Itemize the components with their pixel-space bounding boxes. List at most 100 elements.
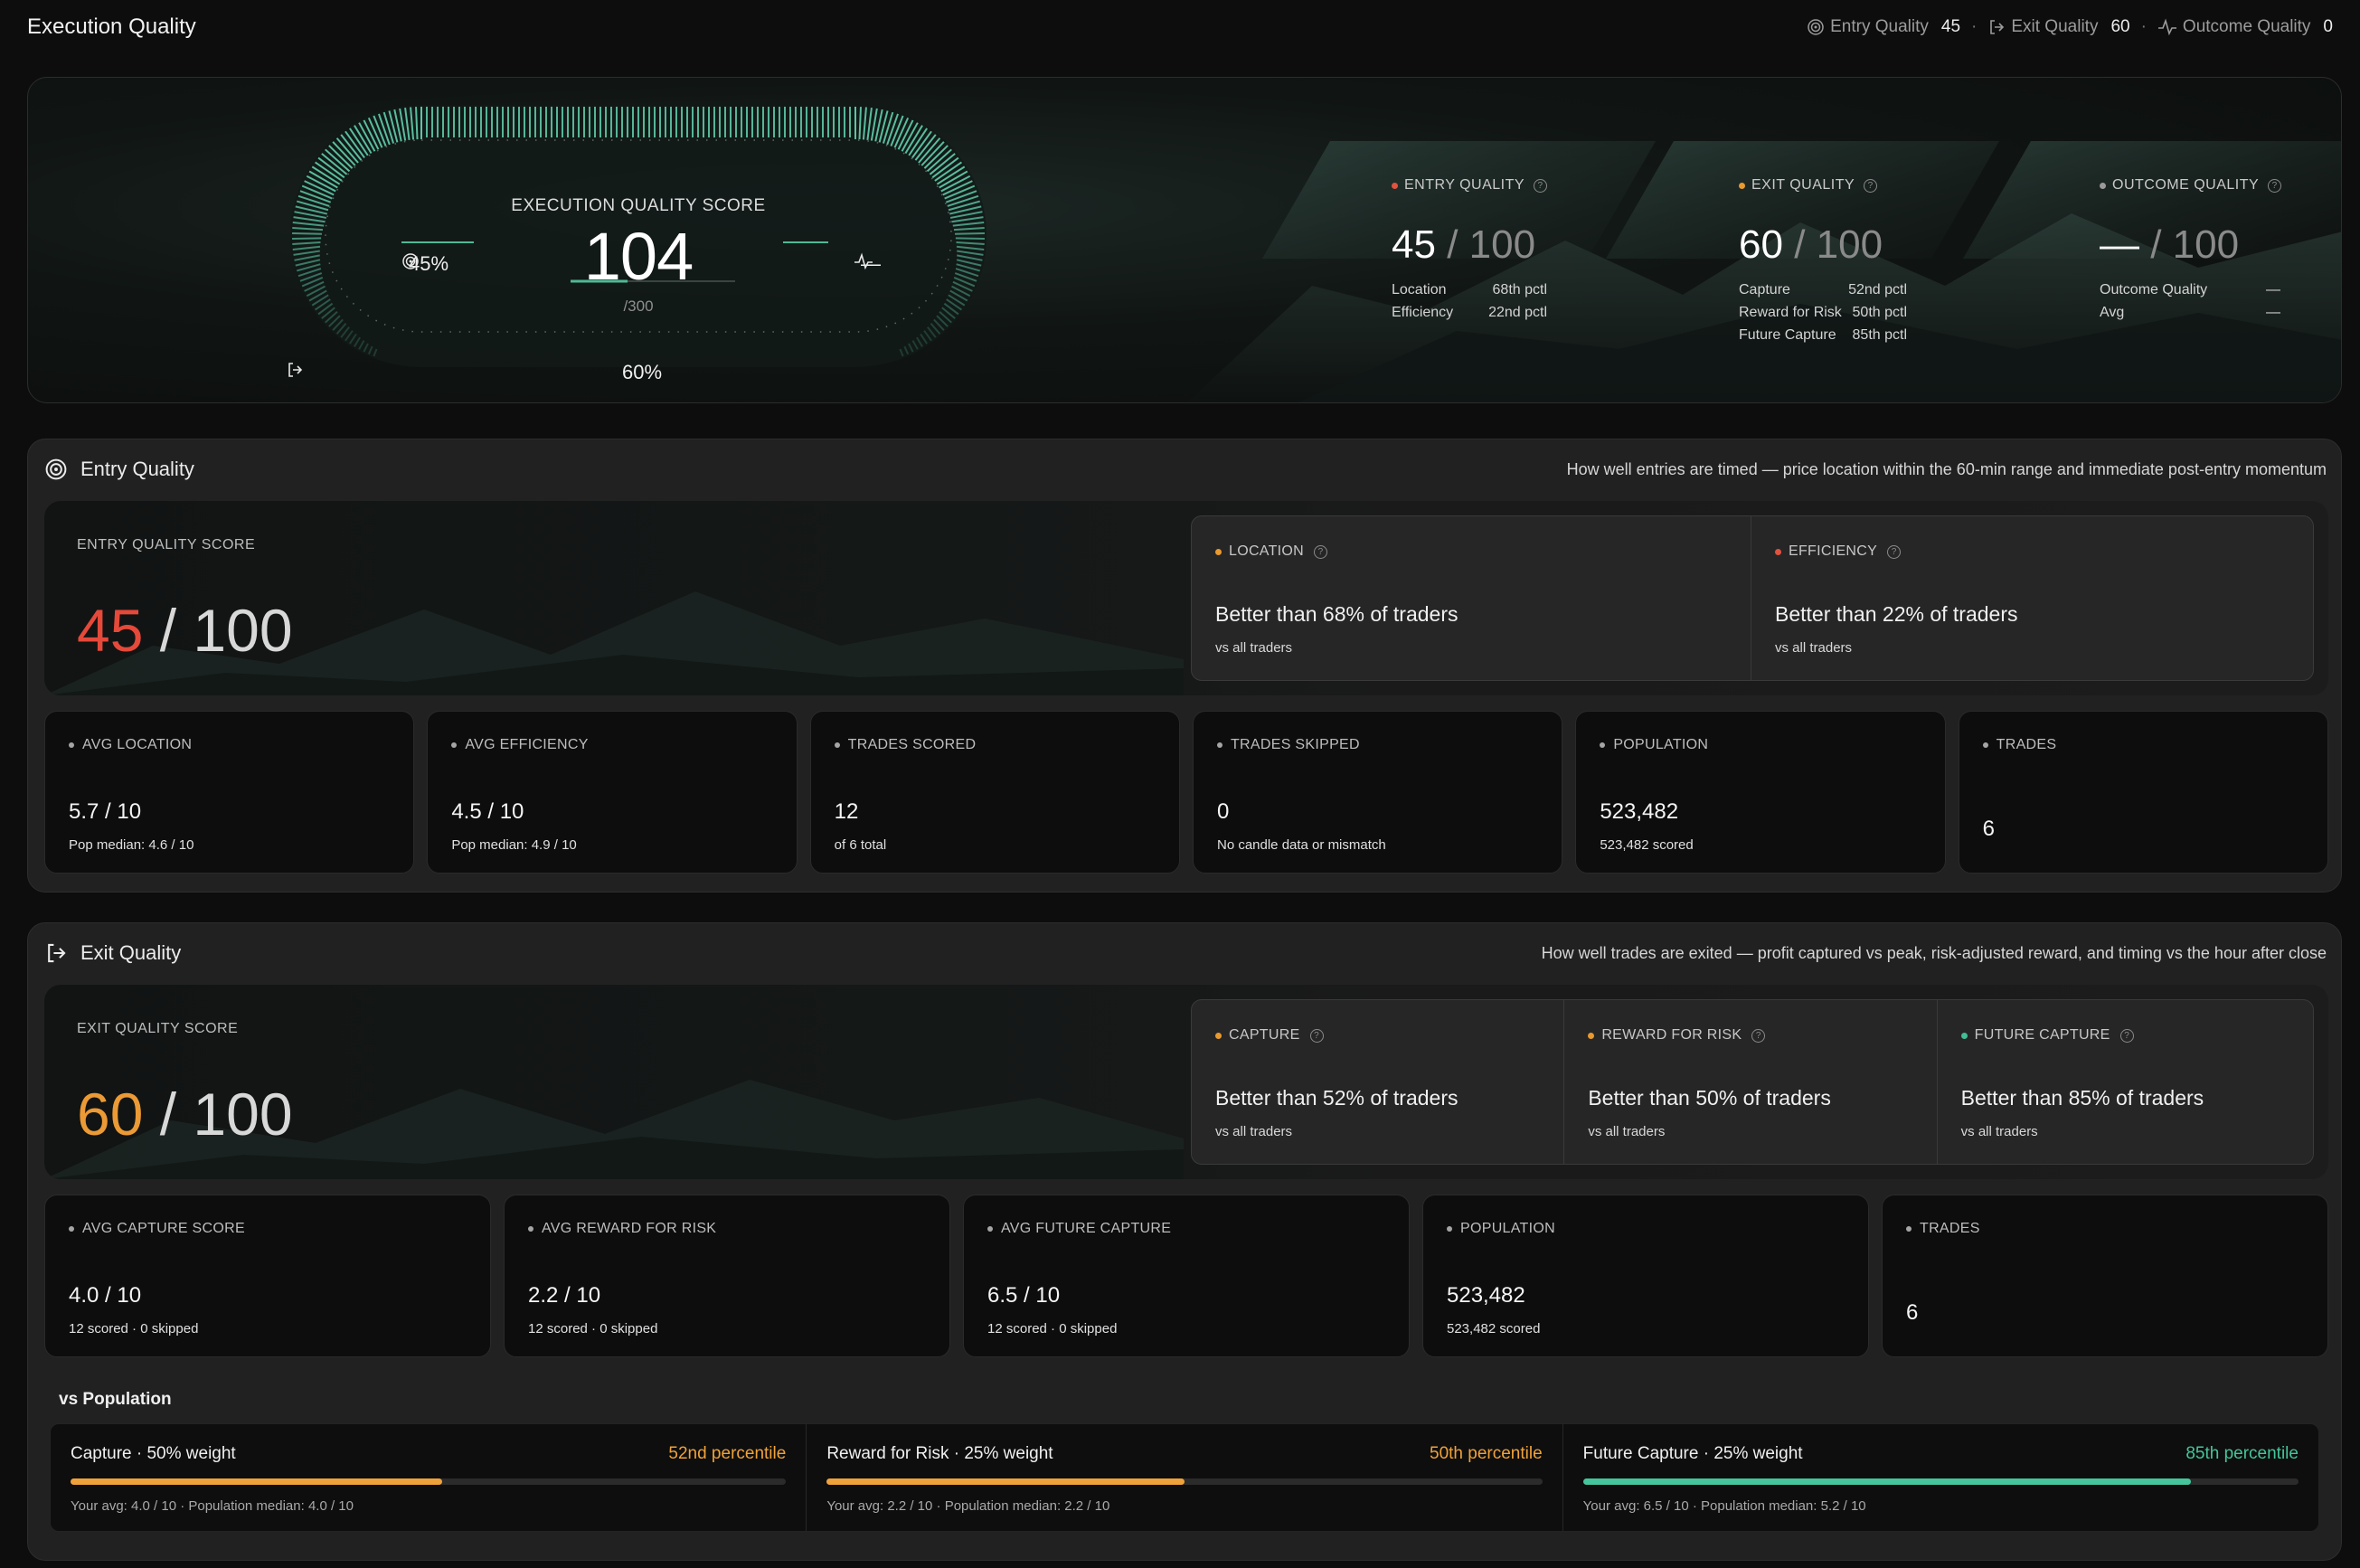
status-dot: [1392, 182, 1398, 189]
subscore-efficiency[interactable]: EFFICIENCY? Better than 22% of traders v…: [1751, 516, 2313, 680]
stat-value: 6.5 / 10: [987, 1283, 1061, 1308]
stat-note: of 6 total: [834, 837, 887, 853]
vs-population-row: Capture · 50% weight 52nd percentile You…: [50, 1423, 2319, 1532]
stat-label: AVG EFFICIENCY: [451, 737, 588, 753]
help-icon[interactable]: ?: [1534, 178, 1548, 193]
stat-label: AVG REWARD FOR RISK: [528, 1221, 716, 1237]
help-icon[interactable]: ?: [1751, 1028, 1766, 1043]
subscore-capture[interactable]: CAPTURE? Better than 52% of traders vs a…: [1192, 1000, 1565, 1164]
card-row: Reward for Risk 50th pctl: [1739, 305, 1907, 320]
stat-label: TRADES SKIPPED: [1216, 737, 1360, 753]
status-dot: [1739, 182, 1745, 189]
progress-fill: [826, 1478, 1185, 1485]
card-row: Outcome Quality —: [2100, 282, 2280, 298]
vs-note: Your avg: 4.0 / 10 · Population median: …: [71, 1498, 354, 1514]
separator: ·: [1971, 17, 1978, 36]
stat-value: 523,482: [1447, 1283, 1525, 1308]
progress-fill: [71, 1478, 443, 1485]
subscore-future-capture[interactable]: FUTURE CAPTURE? Better than 85% of trade…: [1938, 1000, 2313, 1164]
stat-label: AVG LOCATION: [69, 737, 192, 753]
subscore-reward-for-risk[interactable]: REWARD FOR RISK? Better than 50% of trad…: [1564, 1000, 1938, 1164]
vs-percentile: 50th percentile: [1430, 1444, 1543, 1463]
top-metric-label: Outcome Quality: [2182, 17, 2311, 36]
top-metric-label: Entry Quality: [1830, 17, 1929, 36]
stat-card: AVG REWARD FOR RISK 2.2 / 10 12 scored ·…: [504, 1195, 950, 1357]
progress-track: [71, 1478, 787, 1485]
gauge-max: /300: [623, 298, 654, 315]
subscore-location[interactable]: LOCATION? Better than 68% of traders vs …: [1192, 516, 1751, 680]
subscore-text: Better than 22% of traders: [1775, 602, 2018, 626]
subscore-label: FUTURE CAPTURE?: [1960, 1027, 2134, 1044]
stat-note: Pop median: 4.6 / 10: [69, 837, 194, 853]
vs-reward-for-risk: Reward for Risk · 25% weight 50th percen…: [807, 1424, 1563, 1531]
gauge-entry-value: 45%: [401, 252, 448, 276]
top-metric-value: 45: [1940, 17, 1961, 36]
exit-quality-card[interactable]: EXIT QUALITY ? 60 / 100 Capture 52nd pctl…: [1712, 78, 2010, 402]
entry-score: 45 / 100: [77, 597, 293, 664]
help-icon[interactable]: ?: [1887, 544, 1902, 559]
progress-track: [1582, 1478, 2299, 1485]
stat-label: TRADES: [1982, 737, 2057, 753]
status-dot: [2100, 182, 2106, 189]
stat-note: No candle data or mismatch: [1216, 837, 1386, 853]
top-metric-label: Exit Quality: [2011, 17, 2099, 36]
top-metric-outcome[interactable]: Outcome Quality 0: [2157, 17, 2333, 37]
top-metric-entry[interactable]: Entry Quality 45: [1807, 17, 1960, 37]
card-rows: Outcome Quality — Avg —: [2100, 279, 2280, 324]
card-row: Capture 52nd pctl: [1739, 282, 1907, 298]
help-icon[interactable]: ?: [1864, 178, 1878, 193]
stat-card: POPULATION 523,482 523,482 scored: [1422, 1195, 1869, 1357]
separator: ·: [2140, 17, 2147, 36]
stat-card: POPULATION 523,482 523,482 scored: [1575, 711, 1946, 874]
entry-quality-card[interactable]: ENTRY QUALITY ? 45 / 100 Location 68th pc…: [1364, 78, 1663, 402]
subscore-label: LOCATION?: [1215, 543, 1328, 560]
stat-card: TRADES SCORED 12 of 6 total: [809, 711, 1180, 874]
subscore-text: Better than 50% of traders: [1588, 1086, 1831, 1110]
stat-card: TRADES 6: [1958, 711, 2328, 874]
stat-value: 6: [1906, 1300, 1919, 1325]
subscore-note: vs all traders: [1215, 1124, 1293, 1139]
score-label: EXIT QUALITY SCORE: [77, 1021, 239, 1036]
subscore-label: EFFICIENCY?: [1775, 543, 1902, 560]
stat-value: 2.2 / 10: [528, 1283, 601, 1308]
top-bar: Execution Quality Entry Quality 45 · Exi…: [27, 9, 2333, 45]
stat-label: POPULATION: [1447, 1221, 1555, 1237]
outcome-quality-card[interactable]: OUTCOME QUALITY ? — / 100 Outcome Qualit…: [2072, 78, 2341, 402]
stat-value: 12: [834, 799, 859, 824]
exit-score-panel: EXIT QUALITY SCORE 60 / 100 CAPTURE? Bet…: [44, 985, 2328, 1179]
stat-note: 12 scored · 0 skipped: [528, 1321, 658, 1337]
subscore-label: REWARD FOR RISK?: [1588, 1027, 1766, 1044]
gauge-score: 104: [583, 219, 694, 294]
card-score: 60 / 100: [1739, 222, 1883, 267]
stat-card: AVG EFFICIENCY 4.5 / 10 Pop median: 4.9 …: [427, 711, 798, 874]
help-icon[interactable]: ?: [2119, 1028, 2134, 1043]
top-metric-value: 0: [2323, 17, 2333, 36]
card-row: Efficiency 22nd pctl: [1392, 305, 1547, 320]
top-metric-exit[interactable]: Exit Quality 60: [1987, 17, 2130, 37]
stat-label: TRADES: [1906, 1221, 1980, 1237]
help-icon[interactable]: ?: [2268, 178, 2282, 193]
help-icon[interactable]: ?: [1314, 544, 1328, 559]
card-rows: Location 68th pctl Efficiency 22nd pctl: [1392, 279, 1547, 324]
execution-score-gauge: EXECUTION QUALITY SCORE 104 /300 45% — 6…: [286, 100, 991, 383]
help-icon[interactable]: ?: [1309, 1028, 1324, 1043]
progress-track: [826, 1478, 1543, 1485]
stat-note: 523,482 scored: [1600, 837, 1694, 853]
stat-value: 4.5 / 10: [451, 799, 524, 824]
stat-label: AVG FUTURE CAPTURE: [987, 1221, 1171, 1237]
exit-stats: AVG CAPTURE SCORE 4.0 / 10 12 scored · 0…: [44, 1195, 2328, 1357]
vs-future-capture: Future Capture · 25% weight 85th percent…: [1563, 1424, 2318, 1531]
vs-name: Reward for Risk · 25% weight: [826, 1444, 1053, 1463]
card-row: Avg —: [2100, 305, 2280, 320]
subscore-note: vs all traders: [1960, 1124, 2038, 1139]
card-score: — / 100: [2100, 222, 2240, 267]
gauge-outcome-value: —: [854, 252, 881, 276]
score-label: ENTRY QUALITY SCORE: [77, 537, 256, 553]
vs-population-title: vs Population: [59, 1390, 172, 1409]
stat-value: 5.7 / 10: [69, 799, 142, 824]
entry-stats: AVG LOCATION 5.7 / 10 Pop median: 4.6 / …: [44, 711, 2328, 874]
subscore-text: Better than 52% of traders: [1215, 1086, 1458, 1110]
card-score: 45 / 100: [1392, 222, 1536, 267]
stat-value: 4.0 / 10: [69, 1283, 142, 1308]
entry-subscores: LOCATION? Better than 68% of traders vs …: [1191, 515, 2314, 681]
